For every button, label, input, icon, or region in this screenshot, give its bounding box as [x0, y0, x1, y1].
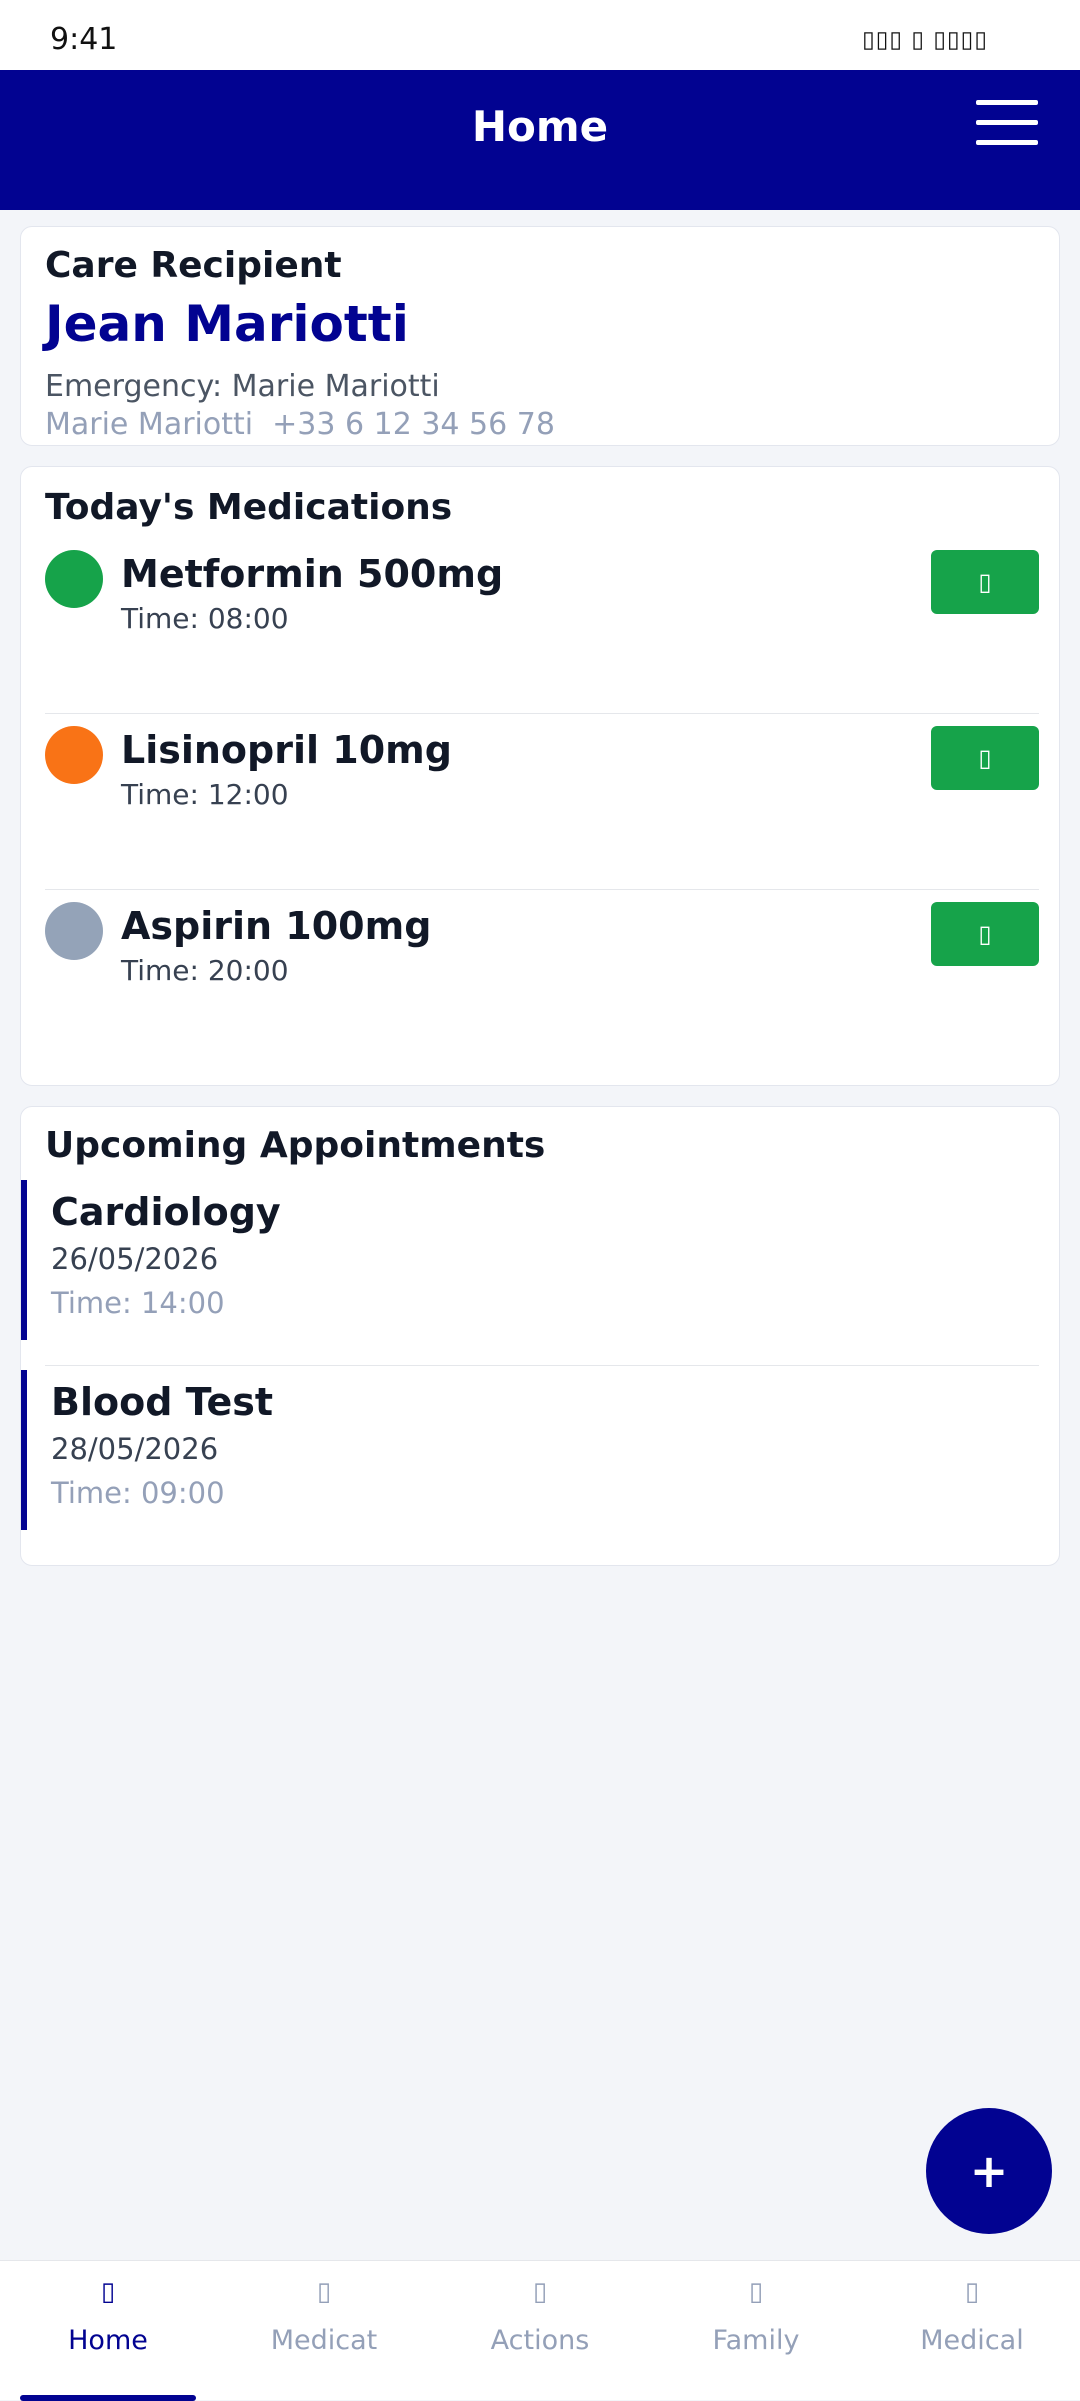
medication-item: Aspirin 100mg Time: 20:00 ▯ [45, 902, 1039, 1078]
status-dot [45, 550, 103, 608]
nav-label: Medicat [270, 2325, 378, 2356]
appointment-date: 28/05/2026 [51, 1432, 219, 1466]
appointment-title: Cardiology [51, 1190, 281, 1234]
appointment-time: Time: 14:00 [51, 1286, 225, 1320]
nav-label: Home [68, 2325, 148, 2356]
medication-name: Metformin 500mg [121, 552, 504, 596]
menu-icon-line [976, 140, 1038, 145]
status-icons: ▯▯▯ ▯ ▯▯▯▯ [862, 27, 988, 53]
nav-item-actions[interactable]: ▯ Actions [432, 2261, 648, 2401]
home-icon: ▯ [100, 2277, 116, 2307]
mark-taken-button[interactable]: ▯ [931, 726, 1039, 790]
add-button[interactable]: + [926, 2108, 1052, 2234]
status-bar: 9:41 ▯▯▯ ▯ ▯▯▯▯ [0, 0, 1080, 70]
appointments-card: Upcoming Appointments Cardiology 26/05/2… [20, 1106, 1060, 1566]
care-recipient-card: Care Recipient Jean Mariotti Emergency: … [20, 226, 1060, 446]
medications-title: Today's Medications [45, 487, 453, 528]
mark-taken-button[interactable]: ▯ [931, 550, 1039, 614]
emergency-label: Emergency: Marie Mariotti [45, 369, 440, 404]
medications-card: Today's Medications Metformin 500mg Time… [20, 466, 1060, 1086]
pill-icon: ▯ [316, 2277, 332, 2307]
menu-icon [976, 100, 1038, 105]
bottom-nav: ▯ Home ▯ Medicat ▯ Actions ▯ Family ▯ Me… [0, 2260, 1080, 2401]
nav-label: Family [712, 2325, 800, 2356]
nav-label: Medical [920, 2325, 1024, 2356]
appointment-date: 26/05/2026 [51, 1242, 219, 1276]
menu-button[interactable] [976, 100, 1042, 148]
medication-name: Lisinopril 10mg [121, 728, 452, 772]
nav-item-medical[interactable]: ▯ Medical [864, 2261, 1080, 2401]
family-icon: ▯ [748, 2277, 764, 2307]
mark-taken-button[interactable]: ▯ [931, 902, 1039, 966]
nav-label: Actions [490, 2325, 590, 2356]
divider [45, 1365, 1039, 1366]
divider [45, 713, 1039, 714]
appointment-time: Time: 09:00 [51, 1476, 225, 1510]
emergency-contact[interactable]: Marie Mariotti +33 6 12 34 56 78 [45, 407, 555, 442]
check-icon: ▯ [978, 920, 992, 948]
medication-time: Time: 08:00 [121, 602, 289, 635]
appointment-item[interactable]: Blood Test 28/05/2026 Time: 09:00 [21, 1370, 1021, 1530]
medical-icon: ▯ [964, 2277, 980, 2307]
check-icon: ▯ [978, 568, 992, 596]
nav-item-home[interactable]: ▯ Home [0, 2261, 216, 2401]
nav-item-family[interactable]: ▯ Family [648, 2261, 864, 2401]
status-dot [45, 902, 103, 960]
check-icon: ▯ [978, 744, 992, 772]
plus-icon: + [969, 2144, 1009, 2198]
medication-item: Lisinopril 10mg Time: 12:00 ▯ [45, 726, 1039, 902]
care-recipient-title: Care Recipient [45, 245, 342, 286]
medication-time: Time: 12:00 [121, 778, 289, 811]
nav-item-medications[interactable]: ▯ Medicat [216, 2261, 432, 2401]
medication-item: Metformin 500mg Time: 08:00 ▯ [45, 550, 1039, 726]
medication-time: Time: 20:00 [121, 954, 289, 987]
active-indicator [20, 2395, 196, 2401]
app-header: Home [0, 70, 1080, 210]
divider [45, 889, 1039, 890]
medication-name: Aspirin 100mg [121, 904, 432, 948]
status-time: 9:41 [50, 22, 118, 57]
actions-icon: ▯ [532, 2277, 548, 2307]
appointment-title: Blood Test [51, 1380, 274, 1424]
appointment-item[interactable]: Cardiology 26/05/2026 Time: 14:00 [21, 1180, 1021, 1340]
status-dot [45, 726, 103, 784]
page-title: Home [471, 102, 609, 151]
menu-icon-line [976, 120, 1038, 125]
appointments-title: Upcoming Appointments [45, 1125, 546, 1166]
recipient-name: Jean Mariotti [45, 295, 409, 353]
